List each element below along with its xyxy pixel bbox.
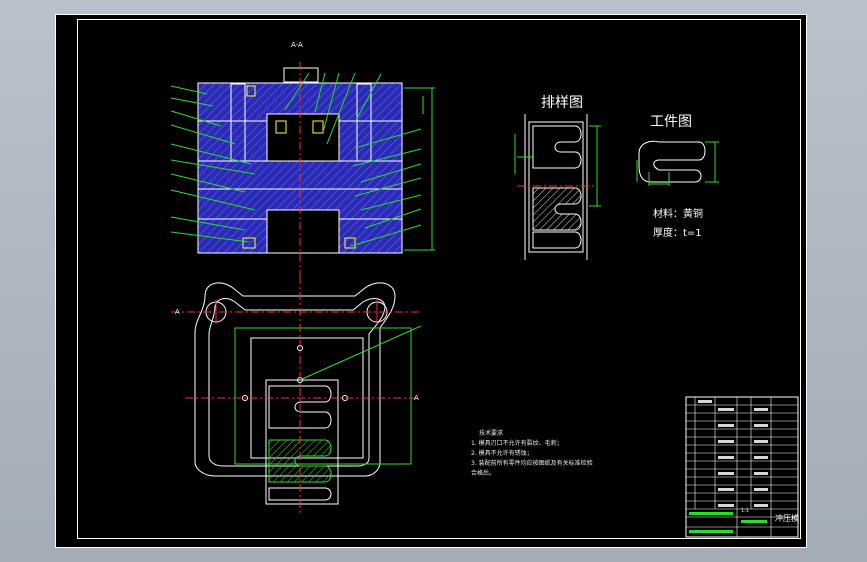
note-item: 合格后。 [471,469,495,477]
part-title: 工件图 [650,114,692,130]
material-label: 材料： [653,207,683,220]
inner-frame [77,19,801,539]
note-item: 3. 装配前所有零件均应按图纸及有关标准检验 [471,459,593,467]
title-block: 1:1 冲压模 [685,396,799,538]
layout-blank-hatched [532,187,582,231]
strip-layout: 排样图 [514,95,601,260]
thickness-value: t=1 [683,228,702,239]
thickness-label: 厚度： [653,226,683,239]
drawing-sheet: A-A A A 排样图 工件图 材料： 黄铜 厚度： t=1 技术要求 1. 模… [55,14,807,548]
technical-notes: 技术要求 1. 模具刃口不允许有裂纹、毛刺； 2. 模具不允许有锈蚀； 3. 装… [471,429,593,477]
plan-label-left: A [175,308,180,316]
note-item: 1. 模具刃口不允许有裂纹、毛刺； [471,439,563,447]
plan-label-right: A [414,394,419,402]
section-view: A-A [170,41,435,276]
section-label: A-A [291,41,303,49]
material-value: 黄铜 [683,207,703,220]
notes-title: 技术要求 [479,429,503,437]
drawing-name: 冲压模 [775,513,799,523]
scale-value: 1:1 [741,508,749,514]
plan-view: A A [171,276,422,514]
layout-title: 排样图 [541,95,583,111]
drawing-canvas[interactable]: A-A A A 排样图 工件图 材料： 黄铜 厚度： t=1 技术要求 1. 模… [55,14,807,548]
cad-viewport: A-A A A 排样图 工件图 材料： 黄铜 厚度： t=1 技术要求 1. 模… [0,0,867,562]
part-drawing: 工件图 材料： 黄铜 厚度： t=1 [636,114,719,239]
outer-frame [55,14,807,548]
note-item: 2. 模具不允许有锈蚀； [471,449,533,457]
